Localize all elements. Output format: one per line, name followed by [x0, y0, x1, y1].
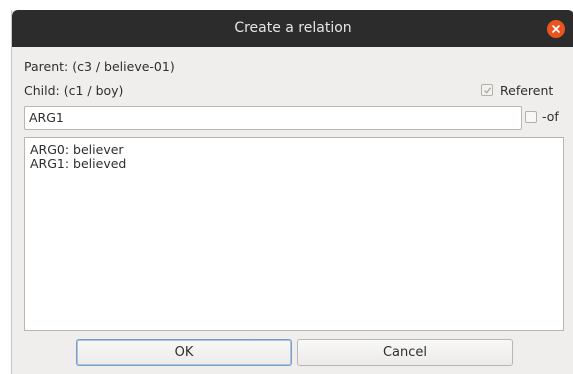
close-button[interactable] [547, 20, 565, 38]
relation-input[interactable]: ARG1 [24, 106, 522, 130]
ok-button[interactable]: OK [76, 339, 292, 366]
of-label: -of [542, 109, 559, 124]
role-item-arg0[interactable]: ARG0: believer [30, 143, 563, 157]
referent-checkbox[interactable] [481, 84, 493, 96]
referent-label: Referent [500, 83, 554, 98]
roles-list[interactable]: ARG0: believer ARG1: believed [24, 137, 564, 331]
child-label: Child: (c1 / boy) [24, 83, 124, 98]
title-bar[interactable]: Create a relation [12, 10, 573, 47]
cancel-button[interactable]: Cancel [297, 339, 513, 366]
role-item-arg1[interactable]: ARG1: believed [30, 157, 563, 171]
dialog-title: Create a relation [234, 20, 352, 36]
checkmark-icon [484, 87, 492, 94]
of-checkbox[interactable] [525, 111, 537, 123]
create-relation-dialog: Create a relation Parent: (c3 / believe-… [11, 10, 573, 374]
parent-label: Parent: (c3 / believe-01) [24, 59, 175, 74]
close-icon [552, 25, 560, 33]
